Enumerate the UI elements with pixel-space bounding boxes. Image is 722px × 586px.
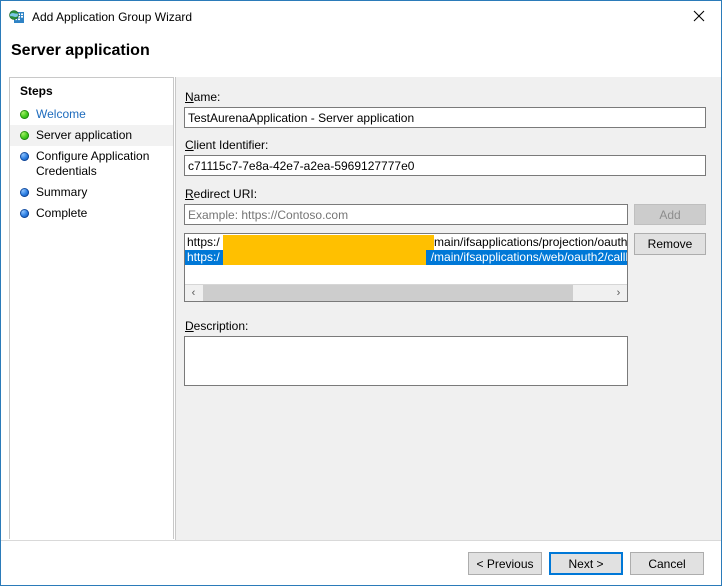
name-label: Name:	[185, 90, 220, 104]
redirect-uri-listbox[interactable]: https:/ /main/ifsapplications/projection/…	[184, 233, 628, 302]
redaction-highlight-icon	[223, 235, 434, 250]
redirect-uri-label-rest: edirect URI:	[193, 187, 258, 201]
content-panel: Name: Client Identifier: Redirect URI: A…	[175, 77, 721, 540]
redirect-uri-input[interactable]	[184, 204, 628, 225]
sidebar-item-label: Welcome	[36, 107, 86, 121]
redaction-highlight-icon	[223, 250, 426, 265]
description-textarea[interactable]	[184, 336, 628, 386]
description-label: Description:	[185, 319, 248, 333]
client-identifier-label: Client Identifier:	[185, 138, 268, 152]
listbox-horizontal-scrollbar[interactable]: ‹ ›	[185, 284, 627, 301]
scroll-left-arrow-icon[interactable]: ‹	[185, 285, 202, 301]
client-identifier-label-accel: C	[185, 138, 194, 152]
step-status-dot-blue-icon	[20, 188, 29, 197]
client-identifier-label-rest: lient Identifier:	[193, 138, 269, 152]
sidebar-item-label: Configure Application Credentials	[36, 149, 150, 178]
sidebar-item-label: Summary	[36, 185, 88, 199]
name-label-accel: N	[185, 90, 194, 104]
steps-panel: Steps Welcome Server application Configu…	[9, 77, 174, 539]
list-item-prefix: https:/	[187, 250, 220, 264]
body-area: Steps Welcome Server application Configu…	[1, 73, 721, 540]
next-button-label: Next >	[568, 556, 604, 571]
title-bar: Add Application Group Wizard	[1, 1, 721, 32]
description-label-rest: escription:	[193, 319, 249, 333]
name-input[interactable]	[184, 107, 706, 128]
step-status-dot-green-icon	[20, 110, 29, 119]
list-item[interactable]: https:/ /main/ifsapplications/projection/…	[185, 235, 627, 250]
page-title: Server application	[11, 42, 150, 59]
previous-button-label: < Previous	[476, 556, 534, 571]
steps-list: Welcome Server application Configure App…	[10, 104, 173, 224]
steps-heading: Steps	[20, 84, 53, 98]
cancel-button[interactable]: Cancel	[630, 552, 704, 575]
sidebar-item-summary[interactable]: Summary	[10, 182, 173, 203]
step-status-dot-blue-icon	[20, 209, 29, 218]
sidebar-item-complete[interactable]: Complete	[10, 203, 173, 224]
sidebar-item-configure-application-credentials[interactable]: Configure Application Credentials	[10, 146, 173, 182]
list-item-suffix: /main/ifsapplications/web/oauth2/callbac	[430, 250, 627, 264]
list-item[interactable]: https:/ /main/ifsapplications/web/oauth2/…	[185, 250, 627, 265]
previous-button[interactable]: < Previous	[468, 552, 542, 575]
sidebar-item-welcome[interactable]: Welcome	[10, 104, 173, 125]
scrollbar-thumb[interactable]	[203, 285, 573, 301]
list-item-suffix: /main/ifsapplications/projection/oauth2/…	[430, 235, 627, 249]
redirect-uri-label-accel: R	[185, 187, 194, 201]
adfs-application-group-icon	[9, 9, 25, 25]
window-title: Add Application Group Wizard	[32, 9, 193, 24]
sidebar-item-label: Complete	[36, 206, 88, 220]
close-button[interactable]	[676, 1, 721, 31]
description-label-accel: D	[185, 319, 194, 333]
scroll-right-arrow-icon[interactable]: ›	[610, 285, 627, 301]
remove-button[interactable]: Remove	[634, 233, 706, 255]
redirect-uri-label: Redirect URI:	[185, 187, 257, 201]
list-item-prefix: https:/	[187, 235, 220, 249]
client-identifier-input[interactable]	[184, 155, 706, 176]
page-header: Server application	[1, 32, 721, 73]
name-label-rest: ame:	[193, 90, 221, 104]
cancel-button-label: Cancel	[648, 556, 686, 571]
sidebar-item-label: Server application	[36, 128, 133, 142]
footer-button-bar: < Previous Next > Cancel	[1, 540, 721, 585]
next-button[interactable]: Next >	[549, 552, 623, 575]
step-status-dot-blue-icon	[20, 152, 29, 161]
step-status-dot-green-icon	[20, 131, 29, 140]
remove-button-label: Remove	[647, 237, 693, 251]
sidebar-item-server-application[interactable]: Server application	[10, 125, 173, 146]
add-button-label: Add	[659, 207, 681, 222]
add-button[interactable]: Add	[634, 204, 706, 225]
add-application-group-wizard-window: Add Application Group Wizard Server appl…	[0, 0, 722, 586]
